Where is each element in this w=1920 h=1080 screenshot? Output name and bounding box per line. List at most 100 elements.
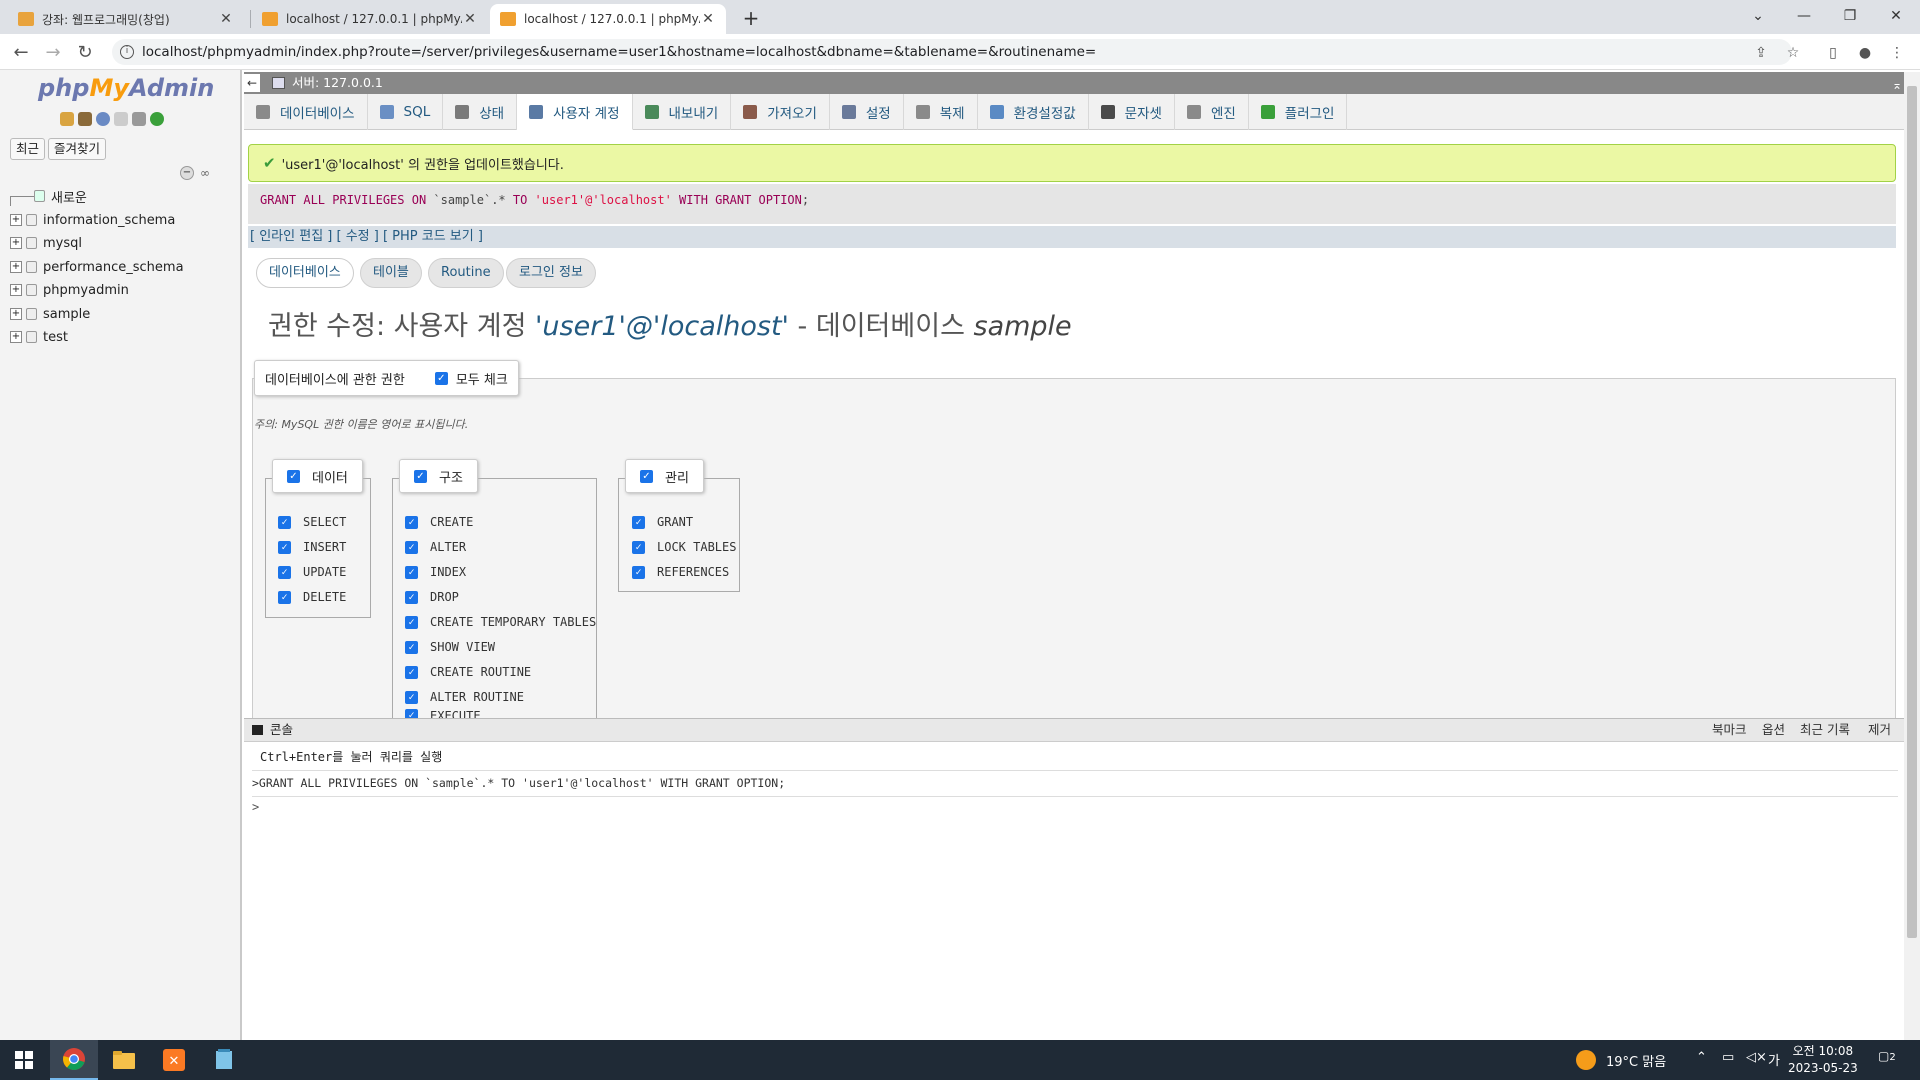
system-clock[interactable]: 오전 10:08 2023-05-23 <box>1788 1043 1858 1077</box>
tree-db-item[interactable]: + mysql <box>10 233 82 253</box>
url-bar[interactable]: i localhost/phpmyadmin/index.php?route=/… <box>112 39 1792 65</box>
privilege-checkbox[interactable]: ✓ <box>632 515 645 529</box>
privilege-checkbox[interactable]: ✓ <box>278 515 291 529</box>
start-button[interactable] <box>0 1040 48 1080</box>
weather-widget[interactable]: 19°C 맑음 <box>1576 1050 1666 1070</box>
new-tab-button[interactable]: + <box>738 6 764 32</box>
collapse-all-icon[interactable]: − <box>180 166 194 180</box>
link-with-main-icon[interactable]: ∞ <box>200 166 216 180</box>
tray-chevron-icon[interactable]: ⌃ <box>1696 1050 1707 1065</box>
minimize-button[interactable]: — <box>1784 4 1824 28</box>
privilege-checkbox[interactable]: ✓ <box>405 709 418 718</box>
console-input[interactable]: > <box>252 800 259 814</box>
privilege-checkbox[interactable]: ✓ <box>405 565 418 579</box>
privilege-checkbox[interactable]: ✓ <box>405 690 418 704</box>
privilege-item[interactable]: ✓ INDEX <box>405 562 466 582</box>
scrollbar-thumb[interactable] <box>1907 86 1917 938</box>
reload-icon[interactable]: ↻ <box>72 40 98 66</box>
expand-icon[interactable]: + <box>10 308 22 320</box>
console-title[interactable]: 콘솔 <box>270 719 293 741</box>
tab-export[interactable]: 내보내기 <box>633 94 732 130</box>
expand-icon[interactable]: + <box>10 237 22 249</box>
privilege-item[interactable]: ✓ DELETE <box>278 587 346 607</box>
docs-icon[interactable] <box>114 112 128 126</box>
privilege-item[interactable]: ✓ DROP <box>405 587 459 607</box>
tab-sql[interactable]: SQL <box>368 94 444 130</box>
expand-icon[interactable]: + <box>10 214 22 226</box>
privilege-checkbox[interactable]: ✓ <box>405 540 418 554</box>
expand-icon[interactable]: + <box>10 261 22 273</box>
subtab-login-info[interactable]: 로그인 정보 <box>506 258 596 288</box>
tree-db-item[interactable]: + sample <box>10 304 90 324</box>
check-all-checkbox[interactable]: ✓ <box>434 371 448 385</box>
collapse-nav-icon[interactable]: ← <box>244 74 260 92</box>
recent-button[interactable]: 최근 <box>10 138 46 160</box>
php-code-link[interactable]: PHP 코드 보기 <box>392 229 474 244</box>
privilege-checkbox[interactable]: ✓ <box>405 640 418 654</box>
subtab-database[interactable]: 데이터베이스 <box>256 258 354 288</box>
check-all-label[interactable]: 모두 체크 <box>456 369 508 388</box>
db-label[interactable]: phpmyadmin <box>43 283 129 298</box>
privilege-item[interactable]: ✓ GRANT <box>632 512 693 532</box>
forward-icon[interactable]: → <box>40 40 66 66</box>
privilege-item[interactable]: ✓ ALTER <box>405 537 466 557</box>
ime-indicator[interactable]: 가 <box>1768 1050 1780 1069</box>
back-icon[interactable]: ← <box>8 40 34 66</box>
info-icon[interactable]: i <box>120 45 134 59</box>
privilege-item[interactable]: ✓ EXECUTE <box>405 709 481 718</box>
browser-tab-1[interactable]: 강좌: 웹프로그래밍(창업) ✕ <box>8 4 244 34</box>
privilege-checkbox[interactable]: ✓ <box>405 615 418 629</box>
privilege-checkbox[interactable]: ✓ <box>405 590 418 604</box>
tab-engines[interactable]: 엔진 <box>1175 94 1249 130</box>
privilege-checkbox[interactable]: ✓ <box>278 565 291 579</box>
privilege-item[interactable]: ✓ SHOW VIEW <box>405 637 495 657</box>
tab-search-icon[interactable]: ⌄ <box>1738 4 1778 28</box>
privilege-item[interactable]: ✓ INSERT <box>278 537 346 557</box>
structure-group-checkbox[interactable]: ✓ <box>414 469 427 483</box>
privilege-item[interactable]: ✓ CREATE ROUTINE <box>405 662 531 682</box>
privilege-item[interactable]: ✓ ALTER ROUTINE <box>405 687 524 707</box>
console-bookmarks-button[interactable]: 북마크 <box>1712 719 1747 741</box>
sidepanel-icon[interactable]: ▯ <box>1822 42 1844 64</box>
privilege-checkbox[interactable]: ✓ <box>278 540 291 554</box>
favorites-button[interactable]: 즐겨찾기 <box>48 138 107 160</box>
privilege-item[interactable]: ✓ CREATE <box>405 512 473 532</box>
console-history-button[interactable]: 최근 기록 <box>1800 719 1850 741</box>
console-clear-button[interactable]: 제거 <box>1868 719 1891 741</box>
tab-variables[interactable]: 환경설정값 <box>978 94 1089 130</box>
help-icon[interactable] <box>96 112 110 126</box>
menu-icon[interactable]: ⋮ <box>1886 42 1908 64</box>
privilege-item[interactable]: ✓ CREATE TEMPORARY TABLES <box>405 612 596 632</box>
close-tab-icon[interactable]: ✕ <box>462 11 478 27</box>
tab-replication[interactable]: 복제 <box>904 94 978 130</box>
db-label[interactable]: mysql <box>43 236 82 251</box>
tree-db-item[interactable]: + information_schema <box>10 210 175 230</box>
privilege-item[interactable]: ✓ UPDATE <box>278 562 346 582</box>
console-options-button[interactable]: 옵션 <box>1762 719 1785 741</box>
network-icon[interactable]: ▭ <box>1722 1050 1734 1065</box>
data-group-checkbox[interactable]: ✓ <box>287 469 300 483</box>
tree-new-item[interactable]: 새로운 <box>10 186 87 206</box>
privilege-item[interactable]: ✓ REFERENCES <box>632 562 729 582</box>
server-label[interactable]: 서버: 127.0.0.1 <box>292 72 383 94</box>
tree-db-item[interactable]: + test <box>10 327 68 347</box>
phpmyadmin-logo[interactable]: phpMyAdmin <box>38 74 214 102</box>
profile-icon[interactable]: ● <box>1854 42 1876 64</box>
db-label[interactable]: information_schema <box>43 213 175 228</box>
notification-button[interactable]: ▢2 <box>1878 1049 1900 1069</box>
maximize-icon[interactable]: ⌅ <box>1892 74 1902 96</box>
logout-icon[interactable] <box>78 112 92 126</box>
edit-link[interactable]: 수정 <box>346 229 370 244</box>
browser-tab-2[interactable]: localhost / 127.0.0.1 | phpMyAdmin ✕ <box>252 4 488 34</box>
privilege-checkbox[interactable]: ✓ <box>632 540 645 554</box>
restore-button[interactable]: ❐ <box>1830 4 1870 28</box>
privilege-checkbox[interactable]: ✓ <box>632 565 645 579</box>
subtab-routine[interactable]: Routine <box>428 258 504 288</box>
privilege-item[interactable]: ✓ LOCK TABLES <box>632 537 736 557</box>
admin-group-checkbox[interactable]: ✓ <box>640 469 653 483</box>
privilege-checkbox[interactable]: ✓ <box>278 590 291 604</box>
browser-tab-3[interactable]: localhost / 127.0.0.1 | phpMyAdmin ✕ <box>490 4 726 34</box>
notepad-taskbar-button[interactable] <box>200 1040 248 1080</box>
reload-nav-icon[interactable] <box>150 112 164 126</box>
tab-databases[interactable]: 데이터베이스 <box>244 94 368 130</box>
